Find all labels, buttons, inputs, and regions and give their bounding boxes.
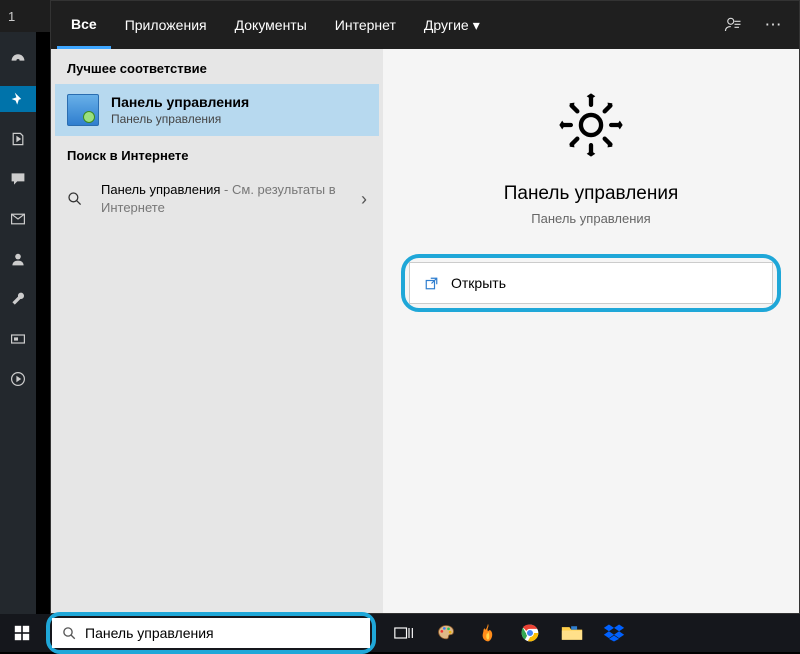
search-tabs: Все Приложения Документы Интернет Другие… (51, 1, 799, 49)
tools-icon[interactable] (0, 286, 36, 312)
comments-icon[interactable] (0, 166, 36, 192)
open-icon (424, 276, 439, 291)
media-icon[interactable] (0, 126, 36, 152)
web-result-text: Панель управления - См. результаты в Инт… (101, 181, 349, 217)
task-view-icon[interactable] (392, 621, 416, 645)
dropbox-icon[interactable] (602, 621, 626, 645)
best-match-subtitle: Панель управления (111, 112, 249, 126)
best-match-title: Панель управления (111, 94, 249, 110)
best-match-item[interactable]: Панель управления Панель управления (55, 84, 379, 136)
file-explorer-icon[interactable] (560, 621, 584, 645)
chevron-right-icon[interactable]: › (361, 189, 367, 210)
tab-web[interactable]: Интернет (321, 1, 410, 49)
wp-notif-count: 1 (8, 9, 15, 24)
section-web-search: Поиск в Интернете (51, 136, 383, 171)
play-circle-icon[interactable] (0, 366, 36, 392)
open-button-label: Открыть (451, 275, 506, 291)
web-result-item[interactable]: Панель управления - См. результаты в Инт… (51, 171, 383, 227)
open-button[interactable]: Открыть (409, 262, 773, 304)
detail-pane: Панель управления Панель управления Откр… (383, 49, 799, 613)
gear-icon (555, 89, 627, 161)
results-list: Лучшее соответствие Панель управления Па… (51, 49, 383, 613)
wp-admin-topbar: 1 (0, 0, 50, 32)
search-box-highlight (46, 612, 376, 654)
control-panel-icon (67, 94, 99, 126)
tab-more[interactable]: Другие▾ (410, 1, 494, 49)
start-button[interactable] (0, 614, 44, 652)
flame-icon[interactable] (476, 621, 500, 645)
taskbar-pinned (392, 621, 626, 645)
open-button-highlight: Открыть (401, 254, 781, 312)
slides-icon[interactable] (0, 326, 36, 352)
tab-web-label: Интернет (335, 17, 396, 33)
chevron-down-icon: ▾ (473, 17, 480, 34)
search-icon (62, 626, 77, 641)
tab-apps-label: Приложения (125, 17, 207, 33)
taskbar (0, 614, 800, 652)
more-options-icon[interactable]: ⋯ (753, 1, 793, 49)
search-icon (67, 191, 89, 207)
chrome-icon[interactable] (518, 621, 542, 645)
taskbar-search[interactable] (52, 618, 370, 648)
web-result-term: Панель управления (101, 182, 220, 197)
section-best-match: Лучшее соответствие (51, 49, 383, 84)
detail-title: Панель управления (504, 183, 679, 205)
mail-icon[interactable] (0, 206, 36, 232)
detail-subtitle: Панель управления (531, 211, 650, 226)
tab-apps[interactable]: Приложения (111, 1, 221, 49)
search-input[interactable] (85, 625, 360, 641)
dashboard-icon[interactable] (0, 46, 36, 72)
tab-docs-label: Документы (235, 17, 307, 33)
pin-icon[interactable] (0, 86, 36, 112)
wp-admin-sidebar (0, 0, 36, 614)
tab-docs[interactable]: Документы (221, 1, 321, 49)
paint-icon[interactable] (434, 621, 458, 645)
tab-all-label: Все (71, 16, 97, 32)
users-icon[interactable] (0, 246, 36, 272)
tab-all[interactable]: Все (57, 1, 111, 49)
search-flyout: Все Приложения Документы Интернет Другие… (50, 0, 800, 614)
tab-more-label: Другие (424, 17, 469, 33)
feedback-icon[interactable] (713, 1, 753, 49)
